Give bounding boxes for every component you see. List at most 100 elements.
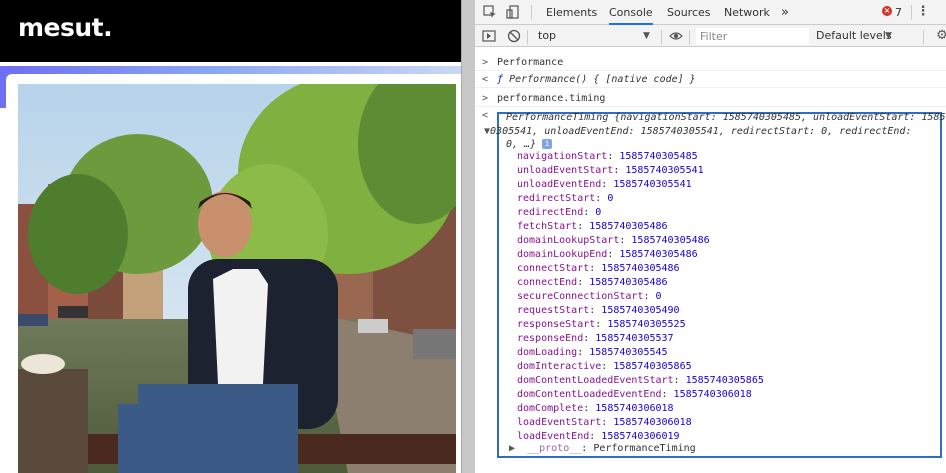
property-separator: : [589,431,602,442]
property-separator: : [619,235,632,246]
timing-property-row[interactable]: unloadEventEnd: 1585740305541 [517,178,764,192]
property-key: requestStart [517,305,590,316]
property-key: domContentLoadedEventEnd [517,389,662,400]
console-input-text[interactable]: Performance [497,57,563,68]
inspect-icon[interactable] [483,5,497,19]
timing-property-row[interactable]: requestStart: 1585740305490 [517,304,764,318]
property-separator: : [673,375,686,386]
property-separator: : [595,193,608,204]
tab-elements[interactable]: Elements [546,0,597,25]
timing-property-row[interactable]: connectEnd: 1585740305486 [517,276,764,290]
proto-row[interactable]: ▶ __proto__: PerformanceTiming [509,443,696,454]
timing-property-row[interactable]: redirectStart: 0 [517,192,764,206]
property-value: 0 [607,193,614,204]
log-levels-select[interactable]: Default levels [816,28,892,44]
property-key: redirectStart [517,193,596,204]
timing-property-row[interactable]: responseStart: 1585740305525 [517,318,764,332]
clear-console-icon[interactable] [507,29,521,43]
property-value: 1585740305541 [613,179,692,190]
filter-input[interactable] [696,28,809,45]
tab-sources[interactable]: Sources [667,0,711,25]
property-separator: : [601,361,614,372]
timing-property-row[interactable]: unloadEventStart: 1585740305541 [517,164,764,178]
timing-property-row[interactable]: secureConnectionStart: 0 [517,290,764,304]
property-separator: : [583,207,596,218]
property-value: 1585740305486 [631,235,710,246]
property-separator: : [577,347,590,358]
devtools-splitter[interactable] [461,0,475,473]
property-separator: : [607,151,620,162]
timing-property-row[interactable]: responseEnd: 1585740305537 [517,332,764,346]
property-separator: : [589,305,602,316]
toolbar-divider [689,30,690,45]
tab-network[interactable]: Network [724,0,770,25]
property-separator: : [643,291,656,302]
sidebar-toggle-icon[interactable] [482,29,496,43]
settings-icon[interactable]: ⚙ [935,29,946,43]
console-input-text[interactable]: performance.timing [497,93,605,104]
website-viewport: mesut. [0,0,461,473]
more-tabs-button[interactable]: » [781,0,789,25]
logo-text: mesut [18,13,104,42]
chevron-down-icon[interactable]: ▼ [885,28,892,44]
timing-property-row[interactable]: loadEventEnd: 1585740306019 [517,430,764,444]
property-key: domInteractive [517,361,602,372]
info-icon[interactable]: i [542,139,553,149]
input-prompt-icon: > [482,93,489,104]
property-separator: : [601,179,614,190]
timing-property-row[interactable]: navigationStart: 1585740305485 [517,150,764,164]
error-count[interactable]: 7 [895,0,902,25]
timing-property-row[interactable]: domComplete: 1585740306018 [517,402,764,416]
property-value: 1585740305486 [589,277,668,288]
timing-property-row[interactable]: domLoading: 1585740305545 [517,346,764,360]
property-key: domContentLoadedEventStart [517,375,674,386]
property-separator: : [595,319,608,330]
property-key: responseEnd [517,333,584,344]
chevron-down-icon[interactable]: ▼ [643,28,650,44]
timing-property-row[interactable]: redirectEnd: 0 [517,206,764,220]
expand-arrow-icon[interactable]: ▶ [509,443,515,454]
property-key: unloadEventEnd [517,179,602,190]
error-icon[interactable]: × [882,6,892,16]
site-logo[interactable]: mesut. [18,13,113,42]
tabbar-divider-right [911,5,912,20]
function-signature: Performance() { [native code] } [509,74,696,85]
timing-property-row[interactable]: domContentLoadedEventEnd: 1585740306018 [517,388,764,402]
timing-property-row[interactable]: domInteractive: 1585740305865 [517,360,764,374]
property-key: unloadEventStart [517,165,614,176]
device-toggle-icon[interactable] [506,5,520,19]
property-value: 1585740305865 [685,375,764,386]
property-key: domLoading [517,347,578,358]
property-key: domainLookupEnd [517,249,608,260]
input-prompt-icon: > [482,57,489,68]
property-separator: : [583,333,596,344]
context-select[interactable]: top [534,28,658,44]
timing-property-row[interactable]: fetchStart: 1585740305486 [517,220,764,234]
console-output-text[interactable]: ƒ Performance() { [native code] } [497,74,696,85]
timing-property-row[interactable]: domainLookupStart: 1585740305486 [517,234,764,248]
summary-line-1: PerformanceTiming {navigationStart: 1585… [506,112,946,123]
property-separator: : [589,263,602,274]
timing-properties: navigationStart: 1585740305485 unloadEven… [517,150,764,444]
timing-property-row[interactable]: domContentLoadedEventStart: 158574030586… [517,374,764,388]
property-value: 0 [655,291,662,302]
property-key: connectStart [517,263,590,274]
property-separator: : [601,417,614,428]
more-menu-icon[interactable]: ⋮ [916,5,930,19]
profile-photo [18,84,456,473]
property-separator: : [577,277,590,288]
property-value: 1585740305490 [601,305,680,316]
toolbar-divider [923,30,924,45]
tab-console[interactable]: Console [609,0,653,25]
property-value: 0 [595,207,602,218]
property-value: 1585740305541 [625,165,704,176]
timing-property-row[interactable]: loadEventStart: 1585740306018 [517,416,764,430]
property-value: 1585740305537 [595,333,674,344]
performance-timing-summary[interactable]: PerformanceTiming {navigationStart: 1585… [484,111,946,152]
property-value: 1585740305486 [589,221,668,232]
property-separator: : [607,249,620,260]
eye-icon[interactable] [669,29,683,43]
timing-property-row[interactable]: domainLookupEnd: 1585740305486 [517,248,764,262]
property-key: loadEventStart [517,417,602,428]
timing-property-row[interactable]: connectStart: 1585740305486 [517,262,764,276]
